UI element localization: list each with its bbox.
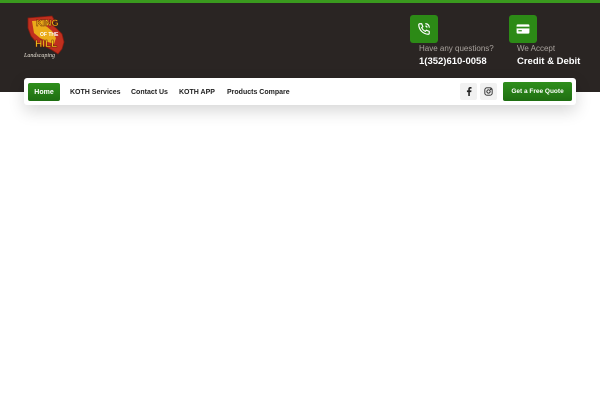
phone-info-block: Have any questions? 1(352)610-0058: [410, 15, 494, 67]
nav-contact-us[interactable]: Contact Us: [131, 83, 168, 101]
nav-koth-app[interactable]: KOTH APP: [179, 83, 215, 101]
phone-icon: [410, 15, 438, 43]
credit-card-icon: [509, 15, 537, 43]
payment-value: Credit & Debit: [517, 56, 581, 67]
logo-word-king: KING: [36, 18, 59, 28]
phone-label: Have any questions?: [419, 44, 494, 53]
instagram-icon[interactable]: [480, 83, 497, 100]
facebook-icon[interactable]: [460, 83, 477, 100]
logo-word-hill: HILL: [35, 39, 57, 50]
koth-logo[interactable]: KING OF THE HILL Landscaping: [22, 12, 70, 62]
nav-home[interactable]: Home: [28, 83, 60, 101]
logo-word-of-the: OF THE: [40, 32, 59, 38]
main-navigation: Home KOTH Services Contact Us KOTH APP P…: [24, 78, 576, 105]
nav-koth-services[interactable]: KOTH Services: [70, 83, 121, 101]
logo-word-landscaping: Landscaping: [23, 53, 55, 59]
payment-info-block: We Accept Credit & Debit: [509, 15, 580, 67]
nav-products-compare[interactable]: Products Compare: [227, 83, 290, 101]
get-free-quote-button[interactable]: Get a Free Quote: [503, 82, 572, 101]
payment-label: We Accept: [517, 44, 556, 53]
phone-number-link[interactable]: 1(352)610-0058: [419, 56, 494, 67]
